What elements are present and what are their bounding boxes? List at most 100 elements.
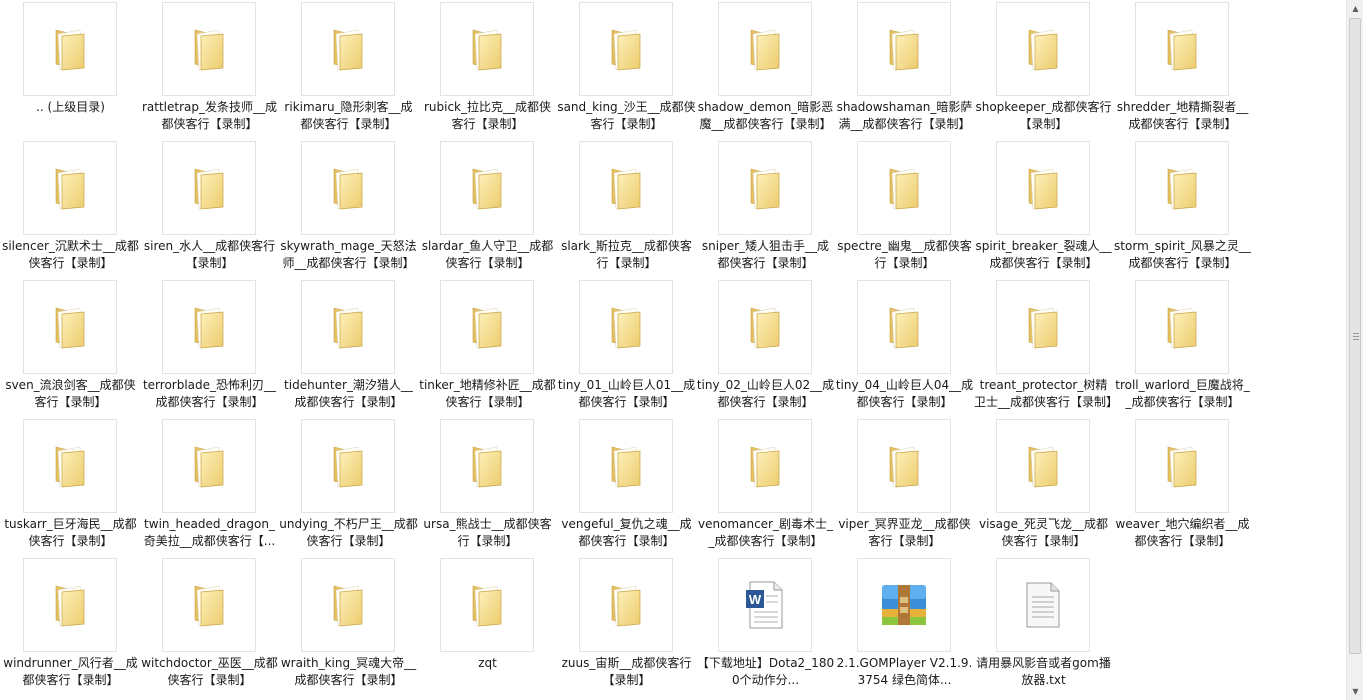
folder-item[interactable]: spectre_幽鬼__成都侠客行【录制】 xyxy=(835,139,974,278)
folder-icon xyxy=(440,280,534,374)
folder-icon xyxy=(996,419,1090,513)
folder-item[interactable]: sniper_矮人狙击手__成都侠客行【录制】 xyxy=(696,139,835,278)
folder-item[interactable]: rikimaru_隐形刺客__成都侠客行【录制】 xyxy=(279,0,418,139)
item-label: tinker_地精修补匠__成都侠客行【录制】 xyxy=(419,378,556,409)
folder-item[interactable]: zuus_宙斯__成都侠客行【录制】 xyxy=(557,556,696,695)
folder-item[interactable]: storm_spirit_风暴之灵__成都侠客行【录制】 xyxy=(1113,139,1252,278)
folder-item[interactable]: sven_流浪剑客__成都侠客行【录制】 xyxy=(1,278,140,417)
folder-item[interactable]: viper_冥界亚龙__成都侠客行【录制】 xyxy=(835,417,974,556)
folder-item[interactable]: rubick_拉比克__成都侠客行【录制】 xyxy=(418,0,557,139)
svg-text:W: W xyxy=(749,592,762,607)
folder-item[interactable]: terrorblade_恐怖利刃__成都侠客行【录制】 xyxy=(140,278,279,417)
folder-item[interactable]: slark_斯拉克__成都侠客行【录制】 xyxy=(557,139,696,278)
item-label: visage_死灵飞龙__成都侠客行【录制】 xyxy=(978,517,1109,548)
item-label: 2.1.GOMPlayer V2.1.9.3754 绿色简体... xyxy=(836,656,973,687)
folder-item[interactable]: shopkeeper_成都侠客行【录制】 xyxy=(974,0,1113,139)
folder-item[interactable]: tiny_02_山岭巨人02__成都侠客行【录制】 xyxy=(696,278,835,417)
folder-icon xyxy=(162,280,256,374)
item-label: 【下载地址】Dota2_1800个动作分... xyxy=(696,656,835,687)
folder-item[interactable]: witchdoctor_巫医__成都侠客行【录制】 xyxy=(140,556,279,695)
item-label: rubick_拉比克__成都侠客行【录制】 xyxy=(423,100,552,131)
folder-item[interactable]: sand_king_沙王__成都侠客行【录制】 xyxy=(557,0,696,139)
folder-icon xyxy=(857,141,951,235)
folder-item[interactable]: vengeful_复仇之魂__成都侠客行【录制】 xyxy=(557,417,696,556)
item-label: shopkeeper_成都侠客行【录制】 xyxy=(975,100,1112,131)
file-item[interactable]: 请用暴风影音或者gom播放器.txt xyxy=(974,556,1113,695)
folder-icon xyxy=(301,280,395,374)
folder-icon xyxy=(1135,2,1229,96)
folder-item[interactable]: shadow_demon_暗影恶魔__成都侠客行【录制】 xyxy=(696,0,835,139)
folder-icon xyxy=(23,280,117,374)
scroll-up-arrow-icon[interactable]: ▲ xyxy=(1347,0,1363,17)
folder-item[interactable]: shredder_地精撕裂者__成都侠客行【录制】 xyxy=(1113,0,1252,139)
file-item[interactable]: 2.1.GOMPlayer V2.1.9.3754 绿色简体... xyxy=(835,556,974,695)
vertical-scrollbar[interactable]: ▲ ▼ xyxy=(1346,0,1363,700)
item-label: zuus_宙斯__成都侠客行【录制】 xyxy=(561,656,692,687)
folder-item[interactable]: ursa_熊战士__成都侠客行【录制】 xyxy=(418,417,557,556)
folder-icon xyxy=(162,558,256,652)
text-file-icon xyxy=(996,558,1090,652)
folder-icon xyxy=(857,2,951,96)
item-label: siren_水人__成都侠客行【录制】 xyxy=(143,239,276,270)
folder-icon xyxy=(440,419,534,513)
folder-icon xyxy=(996,2,1090,96)
folder-icon xyxy=(718,280,812,374)
item-label: weaver_地穴编织者__成都侠客行【录制】 xyxy=(1115,517,1250,548)
folder-item[interactable]: silencer_沉默术士__成都侠客行【录制】 xyxy=(1,139,140,278)
folder-item[interactable]: tiny_01_山岭巨人01__成都侠客行【录制】 xyxy=(557,278,696,417)
folder-item[interactable]: tuskarr_巨牙海民__成都侠客行【录制】 xyxy=(1,417,140,556)
folder-item[interactable]: tiny_04_山岭巨人04__成都侠客行【录制】 xyxy=(835,278,974,417)
grip-line xyxy=(1353,336,1359,337)
folder-item[interactable]: treant_protector_树精卫士__成都侠客行【录制】 xyxy=(974,278,1113,417)
folder-icon xyxy=(23,141,117,235)
folder-item[interactable]: weaver_地穴编织者__成都侠客行【录制】 xyxy=(1113,417,1252,556)
item-label: spirit_breaker_裂魂人__成都侠客行【录制】 xyxy=(975,239,1112,270)
folder-item[interactable]: troll_warlord_巨魔战将__成都侠客行【录制】 xyxy=(1113,278,1252,417)
folder-icon xyxy=(1135,419,1229,513)
folder-item[interactable]: siren_水人__成都侠客行【录制】 xyxy=(140,139,279,278)
folder-icon xyxy=(301,558,395,652)
item-label: shadowshaman_暗影萨满__成都侠客行【录制】 xyxy=(836,100,973,131)
folder-icon xyxy=(440,2,534,96)
item-label: ursa_熊战士__成都侠客行【录制】 xyxy=(423,517,552,548)
scrollbar-thumb[interactable] xyxy=(1349,18,1361,654)
folder-item[interactable]: undying_不朽尸王__成都侠客行【录制】 xyxy=(279,417,418,556)
file-grid: .. (上级目录) rattletrap_发条技师__成都侠客行【录制】 rikim… xyxy=(0,0,1347,700)
word-document-icon: W xyxy=(718,558,812,652)
folder-item[interactable]: tidehunter_潮汐猎人__成都侠客行【录制】 xyxy=(279,278,418,417)
folder-icon xyxy=(857,419,951,513)
folder-item[interactable]: venomancer_剧毒术士__成都侠客行【录制】 xyxy=(696,417,835,556)
folder-icon xyxy=(579,2,673,96)
folder-item[interactable]: shadowshaman_暗影萨满__成都侠客行【录制】 xyxy=(835,0,974,139)
folder-item[interactable]: spirit_breaker_裂魂人__成都侠客行【录制】 xyxy=(974,139,1113,278)
item-label: tiny_01_山岭巨人01__成都侠客行【录制】 xyxy=(557,378,696,409)
folder-item[interactable]: skywrath_mage_天怒法师__成都侠客行【录制】 xyxy=(279,139,418,278)
folder-icon xyxy=(996,141,1090,235)
file-item[interactable]: W 【下载地址】Dota2_1800个动作分... xyxy=(696,556,835,695)
item-label: windrunner_风行者__成都侠客行【录制】 xyxy=(3,656,138,687)
folder-icon xyxy=(1135,141,1229,235)
folder-item[interactable]: rattletrap_发条技师__成都侠客行【录制】 xyxy=(140,0,279,139)
scroll-down-arrow-icon[interactable]: ▼ xyxy=(1347,683,1363,700)
item-label: tiny_04_山岭巨人04__成都侠客行【录制】 xyxy=(835,378,974,409)
item-label: tiny_02_山岭巨人02__成都侠客行【录制】 xyxy=(696,378,835,409)
folder-item[interactable]: zqt xyxy=(418,556,557,695)
item-label: treant_protector_树精卫士__成都侠客行【录制】 xyxy=(974,378,1113,409)
item-label: twin_headed_dragon_奇美拉__成都侠客行【... xyxy=(143,517,276,548)
item-label: .. (上级目录) xyxy=(36,100,105,114)
folder-item[interactable]: visage_死灵飞龙__成都侠客行【录制】 xyxy=(974,417,1113,556)
item-label: shredder_地精撕裂者__成都侠客行【录制】 xyxy=(1116,100,1249,131)
folder-item[interactable]: windrunner_风行者__成都侠客行【录制】 xyxy=(1,556,140,695)
grip-line xyxy=(1353,333,1359,334)
item-label: storm_spirit_风暴之灵__成都侠客行【录制】 xyxy=(1114,239,1251,270)
item-label: rikimaru_隐形刺客__成都侠客行【录制】 xyxy=(284,100,413,131)
item-label: vengeful_复仇之魂__成都侠客行【录制】 xyxy=(561,517,692,548)
folder-item[interactable]: wraith_king_冥魂大帝__成都侠客行【录制】 xyxy=(279,556,418,695)
folder-item[interactable]: slardar_鱼人守卫__成都侠客行【录制】 xyxy=(418,139,557,278)
folder-item[interactable]: .. (上级目录) xyxy=(1,0,140,139)
folder-item[interactable]: tinker_地精修补匠__成都侠客行【录制】 xyxy=(418,278,557,417)
folder-icon xyxy=(718,2,812,96)
folder-icon xyxy=(579,419,673,513)
folder-icon xyxy=(301,419,395,513)
folder-item[interactable]: twin_headed_dragon_奇美拉__成都侠客行【... xyxy=(140,417,279,556)
